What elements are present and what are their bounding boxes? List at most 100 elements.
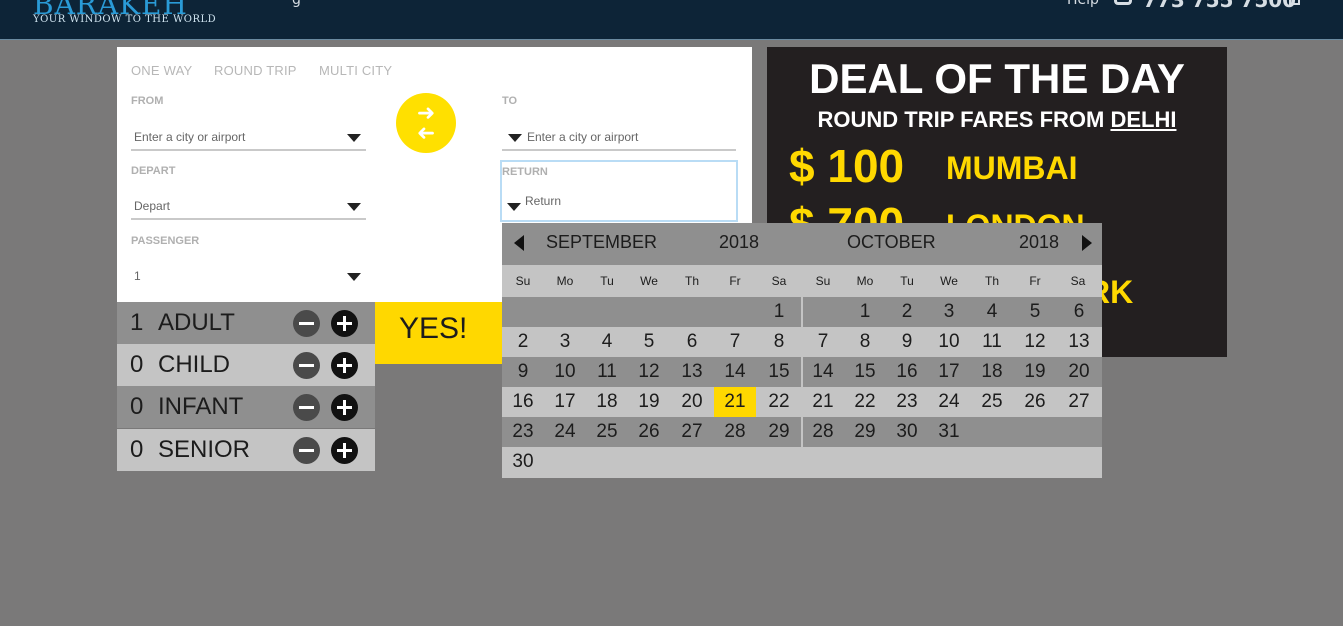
- calendar-day[interactable]: 12: [628, 357, 670, 387]
- deal-origin-city[interactable]: DELHI: [1110, 107, 1176, 132]
- calendar-day[interactable]: 15: [758, 357, 800, 387]
- calendar-day[interactable]: 29: [844, 417, 886, 447]
- tab-round-trip[interactable]: ROUND TRIP: [214, 63, 297, 78]
- minus-icon[interactable]: [293, 352, 320, 379]
- calendar-day[interactable]: 2: [886, 297, 928, 327]
- calendar-day[interactable]: 21: [714, 387, 756, 417]
- weekday: Sa: [771, 274, 787, 288]
- infant-label: INFANT: [158, 393, 244, 420]
- calendar-day[interactable]: 6: [671, 327, 713, 357]
- calendar-day[interactable]: 24: [928, 387, 970, 417]
- depart-label: DEPART: [131, 165, 176, 177]
- chevron-down-icon[interactable]: [508, 134, 522, 142]
- chevron-down-icon[interactable]: [347, 273, 361, 281]
- calendar-day[interactable]: 5: [628, 327, 670, 357]
- calendar-day[interactable]: 7: [714, 327, 756, 357]
- tab-multi-city[interactable]: MULTI CITY: [319, 63, 392, 78]
- calendar-day[interactable]: 18: [971, 357, 1013, 387]
- calendar-day[interactable]: 4: [971, 297, 1013, 327]
- calendar-day[interactable]: 13: [671, 357, 713, 387]
- minus-icon[interactable]: [293, 310, 320, 337]
- calendar-day[interactable]: 16: [502, 387, 544, 417]
- calendar-day[interactable]: 4: [586, 327, 628, 357]
- calendar-day[interactable]: 16: [886, 357, 928, 387]
- next-month-icon[interactable]: [1082, 235, 1092, 251]
- calendar-day[interactable]: 26: [628, 417, 670, 447]
- calendar-day[interactable]: 2: [502, 327, 544, 357]
- calendar-day[interactable]: 29: [758, 417, 800, 447]
- calendar-day[interactable]: 20: [671, 387, 713, 417]
- minus-icon[interactable]: [293, 394, 320, 421]
- plus-icon[interactable]: [331, 394, 358, 421]
- plus-icon[interactable]: [331, 437, 358, 464]
- chevron-down-icon[interactable]: [347, 134, 361, 142]
- calendar-day[interactable]: 17: [928, 357, 970, 387]
- calendar-day[interactable]: 26: [1014, 387, 1056, 417]
- depart-field[interactable]: Depart: [131, 190, 366, 220]
- calendar-day[interactable]: 22: [844, 387, 886, 417]
- arrow-left-icon: ➜: [416, 121, 436, 146]
- calendar-day[interactable]: 27: [671, 417, 713, 447]
- calendar-day[interactable]: 6: [1058, 297, 1100, 327]
- calendar-day[interactable]: 22: [758, 387, 800, 417]
- calendar-day[interactable]: 30: [886, 417, 928, 447]
- confirm-button[interactable]: YES!: [375, 302, 502, 364]
- month-divider: [801, 297, 803, 447]
- plus-icon[interactable]: [331, 352, 358, 379]
- senior-count: 0: [130, 436, 144, 463]
- chevron-down-icon[interactable]: [507, 203, 521, 211]
- calendar-day[interactable]: 15: [844, 357, 886, 387]
- calendar-day[interactable]: 14: [714, 357, 756, 387]
- calendar-day[interactable]: 1: [844, 297, 886, 327]
- phone-number[interactable]: 773 755 7500: [1143, 0, 1296, 12]
- calendar-day[interactable]: 10: [544, 357, 586, 387]
- fare-city[interactable]: MUMBAI: [946, 150, 1078, 187]
- calendar-day[interactable]: 7: [802, 327, 844, 357]
- to-field[interactable]: Enter a city or airport: [502, 121, 736, 151]
- calendar-day[interactable]: 11: [971, 327, 1013, 357]
- calendar-day[interactable]: 25: [586, 417, 628, 447]
- passenger-value: 1: [134, 269, 141, 283]
- calendar-day[interactable]: 8: [758, 327, 800, 357]
- calendar-day[interactable]: 25: [971, 387, 1013, 417]
- calendar-day[interactable]: 27: [1058, 387, 1100, 417]
- return-field[interactable]: RETURN Return: [500, 160, 738, 222]
- calendar-day[interactable]: 19: [1014, 357, 1056, 387]
- calendar-day[interactable]: 20: [1058, 357, 1100, 387]
- calendar-day[interactable]: 10: [928, 327, 970, 357]
- calendar-day[interactable]: 28: [714, 417, 756, 447]
- calendar-day[interactable]: 13: [1058, 327, 1100, 357]
- calendar-day[interactable]: 31: [928, 417, 970, 447]
- calendar-day[interactable]: 30: [502, 447, 544, 477]
- from-field[interactable]: Enter a city or airport: [131, 121, 366, 151]
- external-link-icon[interactable]: [1289, 0, 1300, 5]
- calendar-day[interactable]: 3: [544, 327, 586, 357]
- nav-link[interactable]: g: [292, 0, 301, 8]
- plus-icon[interactable]: [331, 310, 358, 337]
- calendar-day[interactable]: 9: [502, 357, 544, 387]
- chevron-down-icon[interactable]: [347, 203, 361, 211]
- calendar-day[interactable]: 8: [844, 327, 886, 357]
- calendar-day[interactable]: 17: [544, 387, 586, 417]
- calendar-day[interactable]: 18: [586, 387, 628, 417]
- passenger-field[interactable]: 1: [131, 260, 366, 290]
- calendar-day[interactable]: 1: [758, 297, 800, 327]
- calendar-day[interactable]: 23: [502, 417, 544, 447]
- tab-one-way[interactable]: ONE WAY: [131, 63, 192, 78]
- help-link[interactable]: Help: [1067, 0, 1099, 8]
- minus-icon[interactable]: [293, 437, 320, 464]
- calendar-day[interactable]: 12: [1014, 327, 1056, 357]
- calendar-day[interactable]: 5: [1014, 297, 1056, 327]
- fare-price: $ 100: [789, 140, 905, 192]
- calendar-day[interactable]: 21: [802, 387, 844, 417]
- calendar-day[interactable]: 24: [544, 417, 586, 447]
- swap-button[interactable]: ➜ ➜: [396, 93, 456, 153]
- calendar-day[interactable]: 14: [802, 357, 844, 387]
- prev-month-icon[interactable]: [514, 235, 524, 251]
- calendar-day[interactable]: 3: [928, 297, 970, 327]
- calendar-day[interactable]: 9: [886, 327, 928, 357]
- calendar-day[interactable]: 23: [886, 387, 928, 417]
- calendar-day[interactable]: 19: [628, 387, 670, 417]
- calendar-day[interactable]: 28: [802, 417, 844, 447]
- calendar-day[interactable]: 11: [586, 357, 628, 387]
